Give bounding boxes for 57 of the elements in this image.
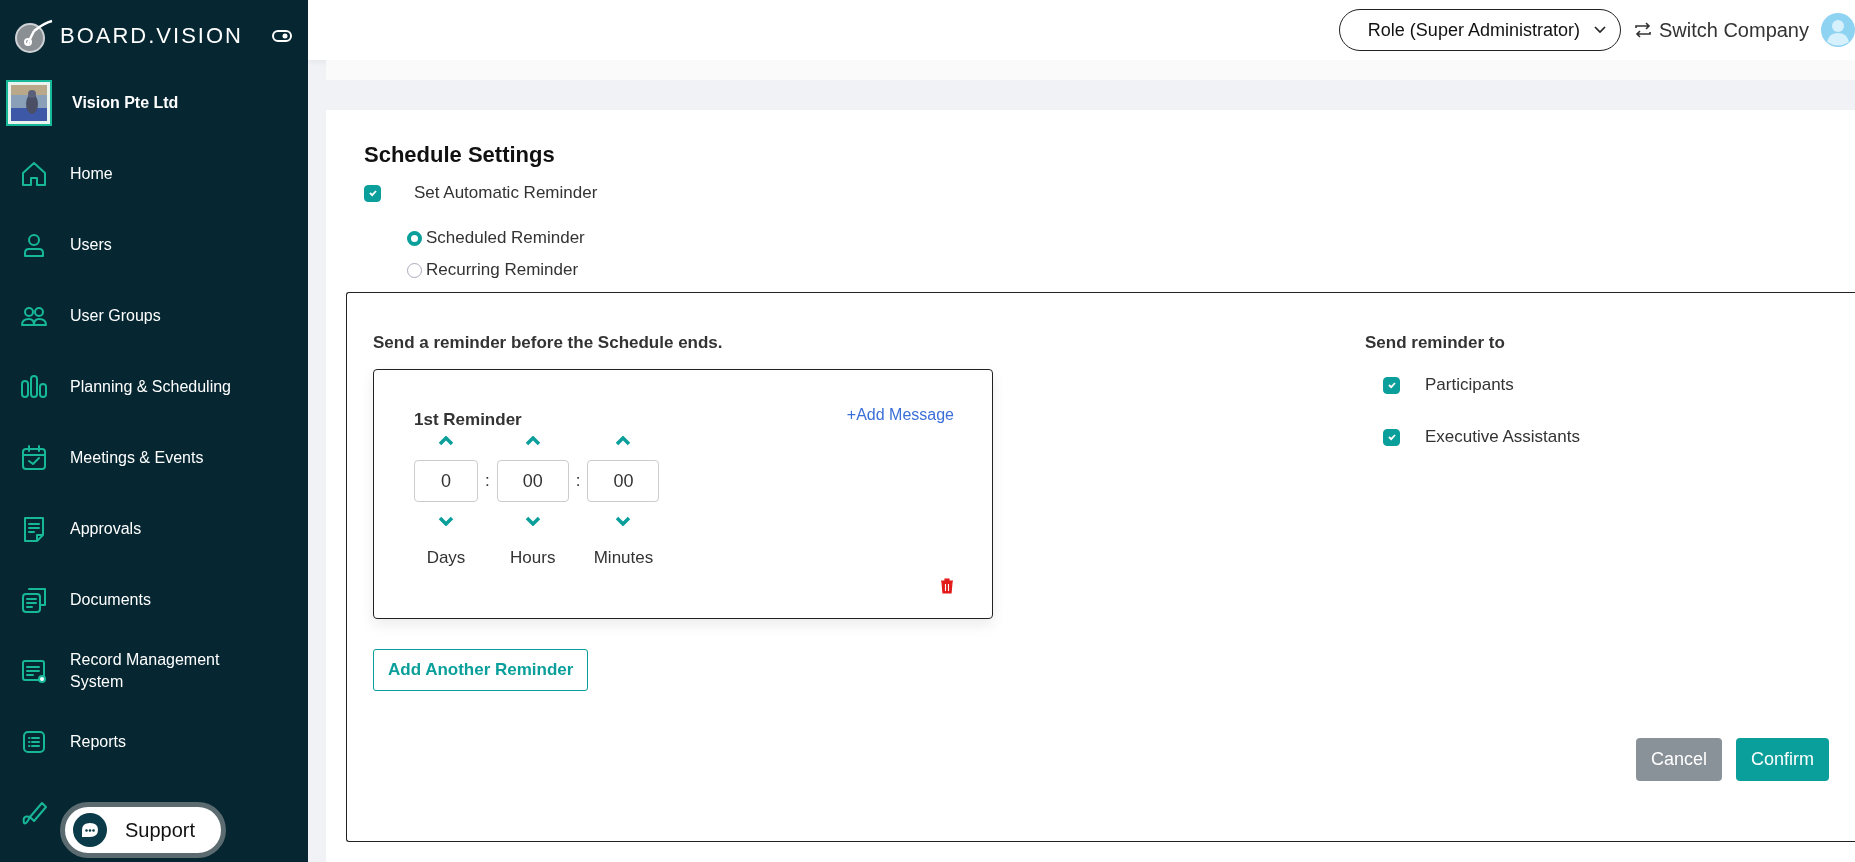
sidebar-item[interactable]: Approvals [0, 493, 308, 564]
company-name: Vision Pte Ltd [72, 94, 179, 112]
house-icon [20, 159, 48, 188]
brand-name: BOARD.VISION [60, 23, 244, 49]
section-heading: Send reminder to [1365, 333, 1506, 353]
checkbox-label: Set Automatic Reminder [414, 183, 598, 203]
support-button[interactable]: Support [60, 802, 227, 858]
radio-label: Recurring Reminder [426, 260, 579, 280]
chevron-down-icon[interactable] [438, 516, 454, 526]
role-dropdown[interactable]: Role (Super Administrator) [1338, 9, 1621, 51]
section-title: Schedule Settings [364, 142, 556, 168]
sidebar-item[interactable]: Reports [0, 706, 308, 777]
chevron-up-icon[interactable] [438, 436, 454, 446]
section-heading: Send a reminder before the Schedule ends. [373, 333, 724, 353]
chevron-down-icon [1593, 26, 1606, 34]
sidebar-item[interactable]: Users [0, 209, 308, 280]
radio-label: Scheduled Reminder [426, 228, 585, 248]
time-input[interactable]: 00 [496, 460, 569, 502]
unit-label: Days [426, 548, 466, 568]
chevron-up-icon[interactable] [615, 436, 632, 446]
logo-icon [14, 19, 54, 53]
checkbox[interactable] [1383, 376, 1400, 394]
chevron-down-icon[interactable] [615, 516, 632, 526]
calendar-icon [20, 443, 48, 472]
bar-chart-icon [20, 372, 48, 401]
checkbox[interactable] [1383, 428, 1400, 446]
time-input[interactable]: 00 [587, 460, 660, 502]
sidebar-item[interactable]: User Groups [0, 280, 308, 351]
toggle-icon[interactable] [272, 30, 292, 42]
checkbox-label: Participants [1425, 375, 1514, 395]
sidebar-item[interactable]: Meetings & Events [0, 422, 308, 493]
chevron-down-icon[interactable] [524, 516, 541, 526]
radio-button[interactable] [407, 230, 422, 246]
separator: : [575, 471, 581, 491]
trash-icon[interactable] [940, 578, 954, 594]
avatar-icon[interactable] [1821, 13, 1855, 47]
sidebar-item[interactable]: Record Management System [0, 635, 308, 706]
chat-icon [73, 813, 107, 847]
unit-label: Minutes [593, 548, 654, 568]
chevron-up-icon[interactable] [524, 436, 541, 446]
separator: : [485, 471, 490, 491]
reminder-title: 1st Reminder [414, 410, 522, 430]
add-message-link[interactable]: +Add Message [846, 406, 954, 424]
checkbox-label: Executive Assistants [1425, 427, 1580, 447]
checkmark-icon [1386, 432, 1397, 442]
radio-button[interactable] [407, 262, 422, 278]
sidebar-item[interactable]: Planning & Scheduling [0, 351, 308, 422]
checkmark-icon [367, 188, 378, 198]
checkbox[interactable] [364, 184, 381, 202]
swap-icon [1632, 20, 1653, 40]
sidebar-item[interactable]: Home [0, 138, 308, 209]
checkmark-icon [1386, 380, 1397, 390]
switch-company-button[interactable]: Switch Company [1632, 18, 1809, 42]
documents-icon [20, 585, 48, 614]
unit-label: Hours [510, 548, 556, 568]
time-input[interactable]: 0 [414, 460, 478, 502]
sidebar-item[interactable]: Documents [0, 564, 308, 635]
